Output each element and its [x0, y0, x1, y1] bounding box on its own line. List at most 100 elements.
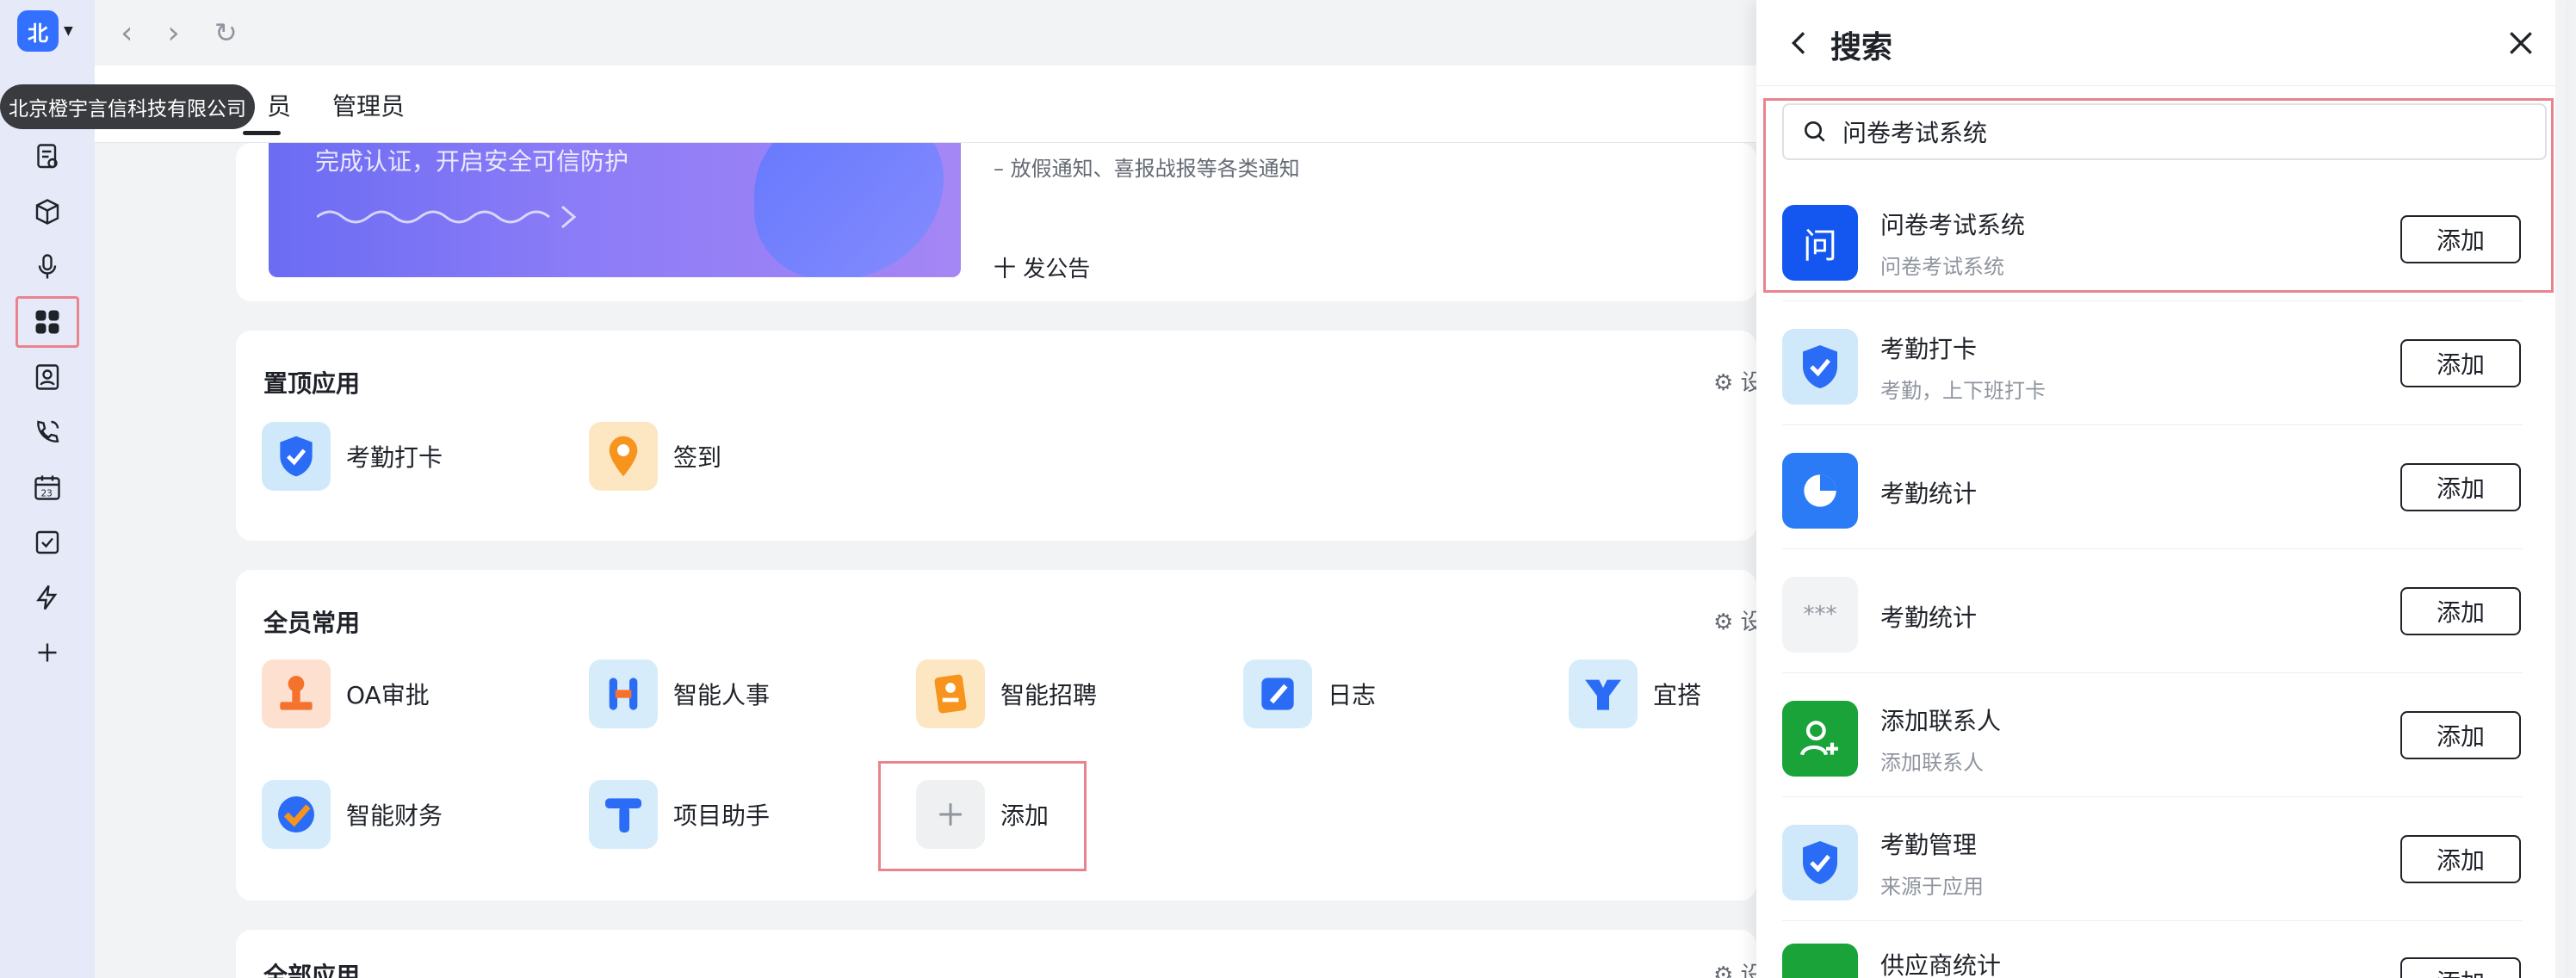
lightning-icon[interactable]	[15, 572, 79, 623]
app-label: OA审批	[346, 681, 430, 709]
org-avatar: 北	[17, 10, 59, 52]
add-result-button[interactable]: 添加	[2400, 835, 2521, 883]
result-subtitle: 问卷考试系统	[1880, 255, 2004, 279]
add-result-button[interactable]: 添加	[2400, 711, 2521, 759]
refresh-icon[interactable]: ↻	[214, 16, 238, 49]
add-result-button[interactable]: 添加	[2400, 339, 2521, 387]
search-result-item[interactable]: 考勤管理 来源于应用 添加	[1782, 797, 2523, 921]
post-announcement-button[interactable]: 十 发公告	[994, 251, 1090, 283]
result-subtitle: 来源于应用	[1880, 875, 1984, 899]
app-oa-approval[interactable]: OA审批	[262, 659, 430, 728]
finance-icon	[262, 780, 331, 849]
drawer-header: 搜索	[1756, 0, 2566, 86]
add-highlight-box	[878, 761, 1087, 871]
app-smart-hr[interactable]: 智能人事	[589, 659, 770, 728]
add-result-button[interactable]: 添加	[2400, 587, 2521, 635]
search-result-item[interactable]: 问 问卷考试系统 问卷考试系统 添加	[1782, 177, 2523, 301]
browser-nav-bar: ‹ › ↻	[95, 0, 1756, 65]
drawer-title: 搜索	[1830, 30, 1893, 65]
app-attendance-checkin[interactable]: 考勤打卡	[262, 422, 443, 491]
placeholder-dots-icon: ***	[1782, 577, 1858, 653]
app-label: 签到	[673, 443, 722, 472]
app-label: 智能招聘	[1000, 681, 1098, 709]
location-pin-icon	[589, 422, 658, 491]
log-edit-icon	[1243, 659, 1312, 728]
app-label: 日志	[1328, 681, 1377, 709]
check-shield-icon	[1782, 329, 1858, 405]
pinned-apps-title: 置顶应用	[263, 369, 361, 398]
search-result-item[interactable]: *** 考勤统计 添加	[1782, 549, 2523, 673]
todo-check-icon[interactable]	[15, 517, 79, 568]
docs-icon[interactable]	[15, 131, 79, 183]
close-icon[interactable]	[2504, 26, 2538, 60]
plus-icon[interactable]	[15, 627, 79, 678]
search-result-item[interactable]: 考勤统计 添加	[1782, 425, 2523, 549]
app-label: 智能人事	[673, 681, 771, 709]
app-label: 宜搭	[1653, 681, 1702, 709]
pinned-apps-card	[236, 331, 1756, 541]
contacts-icon[interactable]	[15, 351, 79, 403]
wave-arrow-icon	[317, 205, 577, 229]
app-label: 智能财务	[346, 802, 443, 830]
result-title: 考勤统计	[1880, 480, 1978, 508]
result-title: 供应商统计	[1880, 951, 2002, 978]
search-icon	[1805, 121, 1825, 142]
org-switcher[interactable]: 北 ▼	[17, 10, 81, 52]
back-nav-icon[interactable]: ‹	[121, 15, 133, 51]
search-result-item[interactable]: 添加联系人 添加联系人 添加	[1782, 673, 2523, 797]
announcement-hint: – 放假通知、喜报战报等各类通知	[994, 157, 1300, 181]
pinned-settings-button[interactable]: ⚙ 设	[1713, 365, 1763, 397]
result-title: 问卷考试系统	[1880, 211, 2026, 239]
hr-letter-icon	[589, 659, 658, 728]
left-rail: 北 ▼ 23	[0, 0, 95, 978]
result-title: 考勤打卡	[1880, 335, 1978, 363]
calendar-icon[interactable]: 23	[15, 461, 79, 513]
check-shield-icon	[262, 422, 331, 491]
microphone-icon[interactable]	[15, 241, 79, 293]
workbench-grid-icon[interactable]	[15, 296, 79, 348]
app-smart-finance[interactable]: 智能财务	[262, 780, 443, 849]
supplier-stats-icon	[1782, 944, 1858, 978]
svg-text:23: 23	[41, 489, 53, 499]
questionnaire-icon: 问	[1782, 205, 1858, 281]
common-apps-title: 全员常用	[263, 609, 361, 637]
forward-nav-icon[interactable]: ›	[167, 15, 179, 51]
app-project-assistant[interactable]: 项目助手	[589, 780, 770, 849]
add-result-button[interactable]: 添加	[2400, 215, 2521, 263]
app-sign-in[interactable]: 签到	[589, 422, 721, 491]
yida-icon	[1569, 659, 1638, 728]
result-title: 添加联系人	[1880, 707, 2002, 735]
result-subtitle: 添加联系人	[1880, 751, 1984, 775]
search-result-item[interactable]: 供应商统计 添加	[1782, 921, 2523, 978]
all-apps-card	[236, 930, 1756, 978]
tab-admin[interactable]: 管理员	[332, 88, 405, 122]
common-settings-button[interactable]: ⚙ 设	[1713, 604, 1763, 636]
cube-icon[interactable]	[15, 186, 79, 238]
workbench-tabs: 员 管理员	[95, 65, 1756, 143]
tab-members[interactable]: 员	[267, 88, 291, 122]
search-result-item[interactable]: 考勤打卡 考勤，上下班打卡 添加	[1782, 301, 2523, 425]
app-smart-recruit[interactable]: 智能招聘	[916, 659, 1097, 728]
drawer-scrollbar[interactable]	[2555, 0, 2566, 978]
phone-icon[interactable]	[15, 406, 79, 458]
add-result-button[interactable]: 添加	[2400, 957, 2521, 978]
all-apps-settings-button[interactable]: ⚙ 设	[1713, 957, 1763, 978]
stamp-icon	[262, 659, 331, 728]
project-t-icon	[589, 780, 658, 849]
all-apps-title: 全部应用	[263, 962, 361, 978]
search-field[interactable]	[1782, 103, 2547, 160]
app-log[interactable]: 日志	[1243, 659, 1376, 728]
back-arrow-icon[interactable]	[1782, 26, 1817, 60]
active-tab-indicator	[243, 131, 281, 135]
app-yida[interactable]: 宜搭	[1569, 659, 1701, 728]
add-contact-icon	[1782, 701, 1858, 777]
add-result-button[interactable]: 添加	[2400, 463, 2521, 511]
search-input[interactable]	[1842, 117, 2514, 146]
app-label: 考勤打卡	[346, 443, 443, 472]
resume-icon	[916, 659, 985, 728]
result-title: 考勤统计	[1880, 604, 1978, 632]
pie-chart-icon	[1782, 453, 1858, 529]
app-label: 项目助手	[673, 802, 771, 830]
certification-banner[interactable]: 完成认证，开启安全可信防护	[269, 143, 961, 277]
caret-down-icon: ▼	[64, 24, 73, 38]
